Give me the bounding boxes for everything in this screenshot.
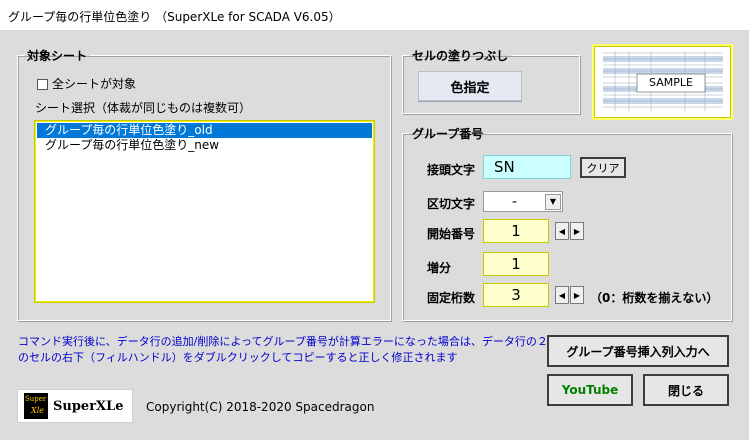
logo-mark-bottom: Xle xyxy=(31,406,44,415)
digits-input[interactable]: 3 xyxy=(483,283,549,307)
fill-legend: セルの塗りつぶし xyxy=(412,49,509,63)
dialog-client: 対象シート 全シートが対象 シート選択（体裁が同じものは複数可） グループ毎の行… xyxy=(0,31,749,440)
chevron-down-icon[interactable]: ▼ xyxy=(545,193,561,210)
list-item[interactable]: グループ毎の行単位色塗り_old xyxy=(36,122,373,139)
color-select-button[interactable]: 色指定 xyxy=(418,71,522,101)
sheet-select-label: シート選択（体裁が同じものは複数可） xyxy=(35,101,252,115)
sample-preview: SAMPLE xyxy=(594,46,731,118)
close-button[interactable]: 閉じる xyxy=(643,374,729,406)
logo-mark: Super Xle xyxy=(24,393,48,419)
prefix-label: 接頭文字 xyxy=(427,163,476,177)
arrow-left-icon[interactable]: ◀ xyxy=(555,286,569,304)
arrow-right-icon[interactable]: ▶ xyxy=(570,222,584,240)
all-sheets-checkbox-row[interactable]: 全シートが対象 xyxy=(37,75,136,92)
separator-label: 区切文字 xyxy=(427,197,476,211)
digits-label: 固定桁数 xyxy=(427,291,476,305)
separator-select[interactable]: - ▼ xyxy=(483,191,563,212)
start-spinner[interactable]: ◀ ▶ xyxy=(555,222,585,240)
window-title: グループ毎の行単位色塗り （SuperXLe for SCADA V6.05） xyxy=(8,10,341,24)
insert-group-number-button[interactable]: グループ番号挿入列入力へ xyxy=(547,335,729,367)
increment-label: 増分 xyxy=(427,261,452,275)
digits-note: （0：桁数を揃えない） xyxy=(590,291,719,305)
title-bar: グループ毎の行単位色塗り （SuperXLe for SCADA V6.05） xyxy=(0,0,749,31)
prefix-input[interactable]: SN xyxy=(483,155,571,179)
sample-label: SAMPLE xyxy=(649,76,693,89)
all-sheets-label: 全シートが対象 xyxy=(52,77,137,91)
clear-button[interactable]: クリア xyxy=(580,157,626,178)
increment-input[interactable]: 1 xyxy=(483,252,549,276)
note-line-1: コマンド実行後に、データ行の追加/削除によってグループ番号が計算エラーになった場… xyxy=(18,335,570,348)
superxle-logo: Super Xle SuperXLe xyxy=(17,389,133,423)
digits-spinner[interactable]: ◀ ▶ xyxy=(555,286,585,304)
arrow-left-icon[interactable]: ◀ xyxy=(555,222,569,240)
logo-mark-top: Super xyxy=(25,395,47,403)
arrow-right-icon[interactable]: ▶ xyxy=(570,286,584,304)
separator-value: - xyxy=(511,193,518,210)
logo-text: SuperXLe xyxy=(53,399,124,414)
group-number-legend: グループ番号 xyxy=(412,127,484,141)
copyright-text: Copyright(C) 2018-2020 Spacedragon xyxy=(146,400,375,414)
start-input[interactable]: 1 xyxy=(483,219,549,243)
sheet-listbox[interactable]: グループ毎の行単位色塗り_old グループ毎の行単位色塗り_new xyxy=(34,120,375,303)
target-sheets-legend: 対象シート xyxy=(27,49,88,63)
all-sheets-checkbox[interactable] xyxy=(37,79,48,90)
youtube-button[interactable]: YouTube xyxy=(547,374,633,406)
start-label: 開始番号 xyxy=(427,227,476,241)
list-item[interactable]: グループ毎の行単位色塗り_new xyxy=(35,138,374,153)
note-line-2: のセルの右下（フィルハンドル）をダブルクリックしてコピーすると正しく修正されます xyxy=(18,351,458,364)
